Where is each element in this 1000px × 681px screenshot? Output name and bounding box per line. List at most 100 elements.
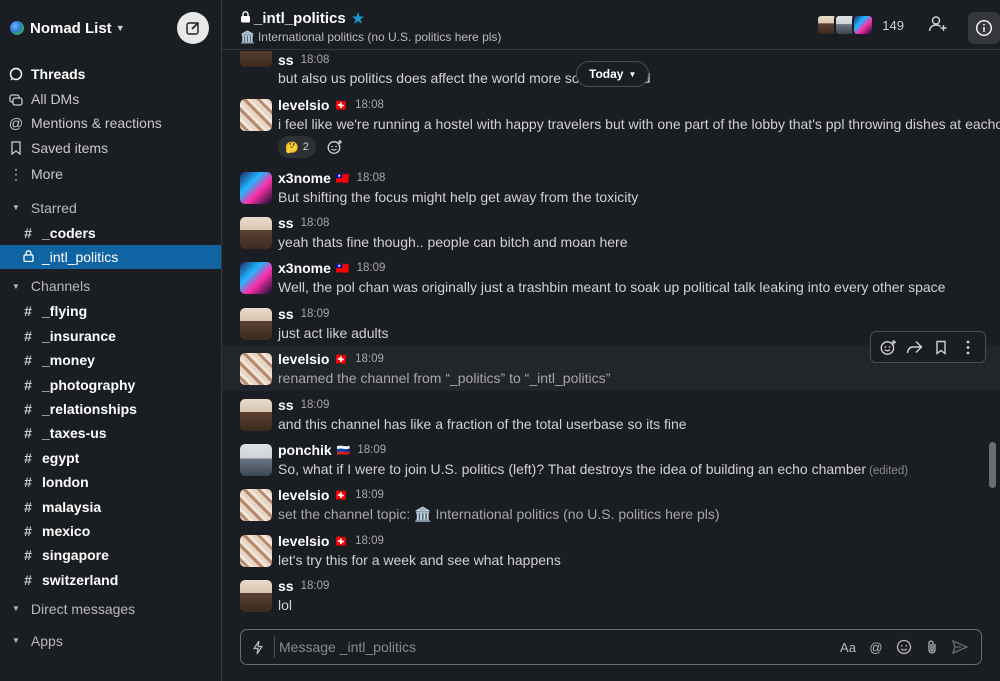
attach-button[interactable] xyxy=(923,638,941,656)
star-icon[interactable]: ★ xyxy=(352,10,365,27)
channel-name: _relationships xyxy=(42,401,137,418)
message-time[interactable]: 18:09 xyxy=(301,308,330,320)
compose-button[interactable] xyxy=(177,12,209,44)
message-username[interactable]: ss xyxy=(278,215,294,231)
section-channels[interactable]: ▼ Channels xyxy=(0,273,221,299)
channel-title[interactable]: _intl_politics ★ xyxy=(240,10,364,27)
nav-more[interactable]: ⋮ More xyxy=(0,162,221,187)
avatar[interactable] xyxy=(240,308,272,340)
message-username[interactable]: ss xyxy=(278,306,294,322)
message-item[interactable]: levelsio 🇨🇭 18:08 i feel like we're runnin… xyxy=(222,95,1000,161)
channel-item-coders[interactable]: # _coders xyxy=(0,221,221,245)
send-button[interactable] xyxy=(951,638,969,656)
message-username[interactable]: levelsio xyxy=(278,97,329,113)
avatar[interactable] xyxy=(240,99,272,131)
reaction-pill[interactable]: 🤔 2 xyxy=(278,136,316,158)
avatar[interactable] xyxy=(240,489,272,521)
nav-saved[interactable]: Saved items xyxy=(0,136,221,161)
message-username[interactable]: ss xyxy=(278,52,294,68)
section-direct-messages[interactable]: ▼ Direct messages xyxy=(0,596,221,622)
message-time[interactable]: 18:09 xyxy=(357,444,386,456)
section-apps[interactable]: ▼ Apps xyxy=(0,628,221,654)
date-divider-button[interactable]: Today ▼ xyxy=(576,61,650,87)
message-time[interactable]: 18:08 xyxy=(301,217,330,229)
avatar[interactable] xyxy=(240,535,272,567)
workspace-header[interactable]: Nomad List ▼ xyxy=(0,0,221,56)
edited-label: (edited) xyxy=(869,465,909,477)
message-time[interactable]: 18:08 xyxy=(301,54,330,66)
channel-item-mexico[interactable]: # mexico xyxy=(0,519,221,543)
message-time[interactable]: 18:09 xyxy=(301,580,330,592)
message-time[interactable]: 18:09 xyxy=(355,535,384,547)
nav-mentions[interactable]: @ Mentions & reactions xyxy=(0,111,221,136)
channel-item-flying[interactable]: # _flying xyxy=(0,299,221,323)
member-avatars[interactable]: 149 xyxy=(816,14,904,36)
add-reaction-button[interactable] xyxy=(877,336,899,358)
more-actions-button[interactable] xyxy=(957,336,979,358)
channel-item-malaysia[interactable]: # malaysia xyxy=(0,494,221,518)
save-button[interactable] xyxy=(930,336,952,358)
section-starred[interactable]: ▼ Starred xyxy=(0,195,221,221)
channel-item-taxes-us[interactable]: # _taxes-us xyxy=(0,421,221,445)
paperclip-icon xyxy=(928,640,936,654)
message-username[interactable]: x3nome xyxy=(278,260,331,276)
add-reaction-button[interactable] xyxy=(322,136,348,158)
channel-item-intl-politics[interactable]: _intl_politics xyxy=(0,244,221,270)
message-item[interactable]: levelsio 🇨🇭 18:09 let's try this for a wee… xyxy=(222,531,1000,575)
add-member-button[interactable] xyxy=(928,14,948,37)
message-item[interactable]: ss 18:09 lol xyxy=(222,576,1000,620)
avatar[interactable] xyxy=(240,172,272,204)
channel-item-money[interactable]: # _money xyxy=(0,348,221,372)
lightning-icon xyxy=(252,640,263,654)
message-time[interactable]: 18:09 xyxy=(355,353,384,365)
avatar[interactable] xyxy=(240,217,272,249)
message-item[interactable]: ss 18:08 yeah thats fine though.. people … xyxy=(222,213,1000,257)
nav-all-dms[interactable]: All DMs xyxy=(0,87,221,112)
message-input[interactable] xyxy=(275,639,839,655)
workspace-name[interactable]: Nomad List xyxy=(30,20,112,37)
message-time[interactable]: 18:09 xyxy=(301,399,330,411)
avatar[interactable] xyxy=(240,262,272,294)
message-username[interactable]: x3nome xyxy=(278,170,331,186)
message-item[interactable]: x3nome 🇹🇼 18:09 Well, the pol chan was ori… xyxy=(222,258,1000,302)
message-item[interactable]: x3nome 🇹🇼 18:08 But shifting the focus mig… xyxy=(222,168,1000,212)
message-username[interactable]: levelsio xyxy=(278,533,329,549)
message-item[interactable]: levelsio 🇨🇭 18:09 set the channel topic: 🏛… xyxy=(222,485,1000,529)
avatar[interactable] xyxy=(240,399,272,431)
channel-item-photography[interactable]: # _photography xyxy=(0,372,221,396)
message-item[interactable]: ss 18:09 and this channel has like a frac… xyxy=(222,395,1000,439)
channel-details-button[interactable] xyxy=(968,12,1000,44)
message-item[interactable]: ponchik 🇷🇺 18:09 So, what if I were to joi… xyxy=(222,440,1000,484)
channel-item-egypt[interactable]: # egypt xyxy=(0,446,221,470)
channel-topic[interactable]: 🏛️ International politics (no U.S. polit… xyxy=(240,30,501,44)
message-username[interactable]: ponchik xyxy=(278,442,332,458)
message-list: ss 18:08 but also us politics does affect… xyxy=(222,51,1000,627)
channel-name: singapore xyxy=(42,547,109,564)
message-username[interactable]: ss xyxy=(278,397,294,413)
avatar[interactable] xyxy=(240,51,272,67)
message-time[interactable]: 18:08 xyxy=(357,172,386,184)
formatting-button[interactable]: Aa xyxy=(839,638,857,656)
mention-button[interactable]: @ xyxy=(867,638,885,656)
avatar[interactable] xyxy=(240,353,272,385)
nav-threads[interactable]: Threads xyxy=(0,62,221,87)
share-button[interactable] xyxy=(904,336,926,358)
avatar[interactable] xyxy=(240,580,272,612)
channel-item-insurance[interactable]: # _insurance xyxy=(0,324,221,348)
scrollbar-thumb[interactable] xyxy=(989,442,996,488)
channel-item-london[interactable]: # london xyxy=(0,470,221,494)
avatar[interactable] xyxy=(240,444,272,476)
channel-item-relationships[interactable]: # _relationships xyxy=(0,397,221,421)
shortcuts-button[interactable] xyxy=(241,636,275,658)
message-time[interactable]: 18:09 xyxy=(355,489,384,501)
channel-item-switzerland[interactable]: # switzerland xyxy=(0,568,221,592)
message-time[interactable]: 18:08 xyxy=(355,99,384,111)
message-username[interactable]: levelsio xyxy=(278,351,329,367)
message-username[interactable]: levelsio xyxy=(278,487,329,503)
message-username[interactable]: ss xyxy=(278,578,294,594)
nav-saved-label: Saved items xyxy=(31,139,109,156)
emoji-button[interactable] xyxy=(895,638,913,656)
channel-item-singapore[interactable]: # singapore xyxy=(0,543,221,567)
add-reaction-icon xyxy=(327,140,342,154)
message-time[interactable]: 18:09 xyxy=(357,262,386,274)
